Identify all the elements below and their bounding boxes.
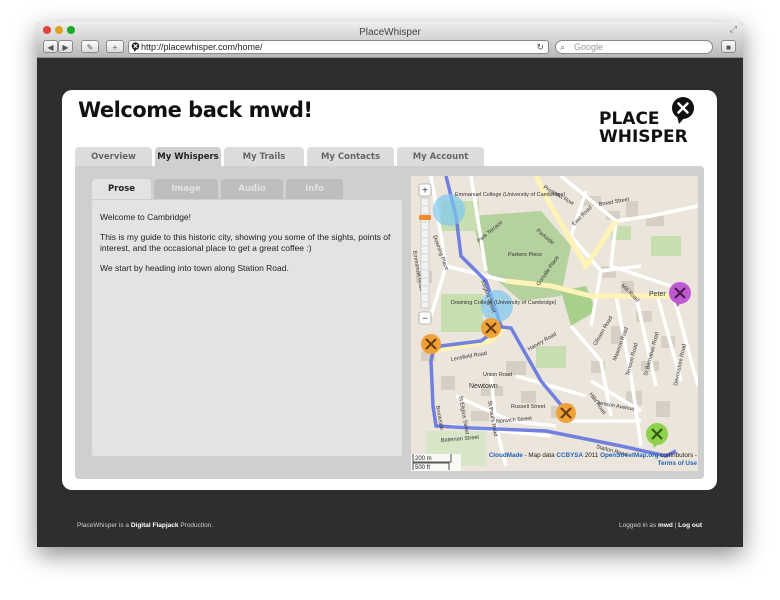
back-arrow-icon: ◀ [47,43,54,52]
zoom-control[interactable]: + − [418,183,432,325]
window-title: PlaceWhisper [359,27,421,38]
logo-line1: PLACE [599,109,660,129]
search-placeholder: Google [574,42,604,52]
attribution-text: - Map data [522,452,557,459]
whisper-marker-green[interactable] [646,423,668,448]
tab-my-trails[interactable]: My Trails [224,147,304,167]
zoom-slider-track[interactable] [420,197,430,309]
whisper-marker-orange[interactable] [481,318,501,338]
url-input[interactable]: http://placewhisper.com/home/ ↻ [128,40,549,54]
location-circle[interactable] [433,194,465,226]
reload-icon[interactable]: ↻ [536,41,544,53]
map-label: Union Road [483,372,512,378]
scale-imperial: 500 ft [415,465,430,471]
plus-icon: + [112,43,118,52]
url-text: http://placewhisper.com/home/ [141,42,263,52]
osm-link[interactable]: OpenStreetMap.org [600,452,658,459]
cloudmade-link[interactable]: CloudMade [489,452,523,459]
map-label: Glisson Road [593,315,615,347]
footer-login-status: Logged in as mwd | Log out [619,522,702,529]
terms-of-use-link[interactable]: Terms of Use [658,460,697,467]
logout-link[interactable]: Log out [678,522,702,529]
back-button[interactable]: ◀ [43,40,58,53]
map-label: Broad Street [598,197,630,208]
subtab-image[interactable]: Image [154,179,218,199]
map-label: Peter [649,291,666,298]
bookmark-button[interactable]: ✎ [81,40,99,53]
browser-toolbar: ◀ ▶ ✎ + http://placewhisper.com/home/ ↻ … [37,38,743,58]
zoom-in-icon: + [422,186,428,197]
map-label: Russell Street [511,404,546,410]
subtab-prose[interactable]: Prose [92,179,151,199]
minimize-window-button[interactable] [55,26,63,34]
zoom-slider-handle[interactable] [419,215,431,220]
prose-text: Welcome to Cambridge! This is my guide t… [100,212,396,282]
zoom-out-icon: − [422,314,428,325]
map-label: Lensfield Road [450,351,487,363]
fullscreen-icon[interactable]: ⤢ [730,24,737,35]
tab-my-account[interactable]: My Account [397,147,484,167]
browser-window: PlaceWhisper ⤢ ◀ ▶ ✎ + http://placewhisp… [37,22,743,547]
tab-overview[interactable]: Overview [75,147,152,167]
logo-line2: WHISPER [599,127,688,146]
page-menu-button[interactable]: ■ [721,40,736,53]
close-window-button[interactable] [43,26,51,34]
add-bookmark-button[interactable]: + [106,40,124,53]
map-label: Parkers Piece [508,252,542,258]
map-canvas[interactable]: Emmanuel College (University of Cambridg… [411,176,698,471]
map-label: Newtown [469,383,498,390]
site-favicon-icon [131,42,140,52]
map-label: Downing College (University of Cambridge… [451,300,557,306]
whisper-marker-orange[interactable] [556,403,576,423]
prose-paragraph: Welcome to Cambridge! [100,212,192,222]
subtab-audio[interactable]: Audio [221,179,283,199]
ccbysa-link[interactable]: CCBYSA [556,452,583,459]
prose-paragraph: This is my guide to this historic city, … [100,231,391,254]
page-title: Welcome back mwd! [78,98,313,122]
whisper-marker-purple[interactable] [669,282,691,307]
logged-in-user: mwd [658,522,673,529]
green-area [536,346,566,368]
forward-arrow-icon: ▶ [62,43,69,52]
green-area [651,236,681,256]
web-page: Welcome back mwd! PLACE WHISPER Overview… [37,58,743,547]
whisper-marker-orange[interactable] [421,334,441,354]
search-input[interactable]: ⌕ Google [555,40,713,54]
map-view[interactable]: Emmanuel College (University of Cambridg… [411,176,698,471]
subtab-info[interactable]: Info [286,179,343,199]
search-icon: ⌕ [560,42,566,52]
map-attribution: CloudMade - Map data CCBYSA 2011 OpenStr… [461,452,697,468]
forward-button[interactable]: ▶ [58,40,73,53]
footer-credit-suffix: Production. [178,522,214,529]
placewhisper-logo[interactable]: PLACE WHISPER [599,96,705,146]
footer-credit-prefix: PlaceWhisper is a [77,522,131,529]
attribution-tail: contributors - [658,452,697,459]
main-card: Welcome back mwd! PLACE WHISPER Overview… [62,90,717,490]
map-label: East Road [571,205,593,227]
settings-icon: ✎ [86,43,94,52]
prose-panel: Welcome to Cambridge! This is my guide t… [92,200,402,456]
map-scale: 200 m 500 ft [411,454,461,471]
attribution-year: 2011 [583,452,601,459]
tab-my-whispers[interactable]: My Whispers [155,147,221,167]
login-prefix: Logged in as [619,522,659,529]
footer-credit: PlaceWhisper is a Digital Flapjack Produ… [77,522,213,529]
zoom-window-button[interactable] [67,26,75,34]
scale-metric: 200 m [415,456,432,462]
prose-paragraph: We start by heading into town along Stat… [100,262,289,273]
page-menu-icon: ■ [726,43,731,52]
title-bar: PlaceWhisper ⤢ [37,22,743,38]
footer-brand: Digital Flapjack [130,522,179,529]
tab-my-contacts[interactable]: My Contacts [307,147,394,167]
tab-content: Prose Image Audio Info Welcome to Cambri… [75,166,704,479]
